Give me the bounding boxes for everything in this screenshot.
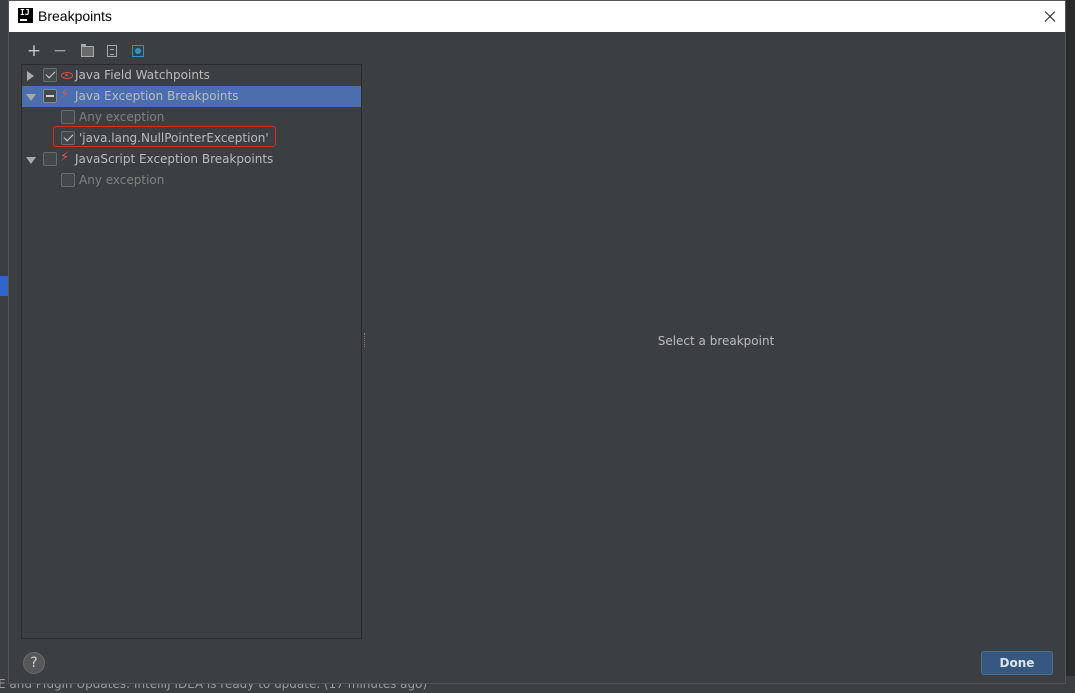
panel-splitter[interactable] [363, 333, 366, 347]
collapse-arrow-icon[interactable] [26, 94, 36, 101]
folder-icon [81, 44, 94, 57]
add-breakpoint-button[interactable]: + [24, 41, 44, 61]
ide-background-selection [0, 276, 8, 296]
lightning-icon: ⚡ [60, 87, 70, 102]
group-checkbox[interactable] [43, 152, 57, 166]
tree-item-any-exception[interactable]: Any exception [22, 107, 361, 128]
tree-item-label: JavaScript Exception Breakpoints [75, 152, 274, 166]
tree-item-null-pointer-exception[interactable]: 'java.lang.NullPointerException' [22, 128, 361, 149]
group-by-file-button[interactable] [102, 41, 122, 61]
tree-item-java-exception-breakpoints[interactable]: ⚡ Java Exception Breakpoints [22, 86, 361, 107]
tree-item-label: Java Field Watchpoints [75, 68, 210, 82]
breakpoint-checkbox[interactable] [61, 131, 75, 145]
breakpoint-checkbox[interactable] [61, 173, 75, 187]
lightning-icon: ⚡ [60, 150, 70, 165]
help-button[interactable]: ? [23, 652, 45, 674]
tree-item-label: 'java.lang.NullPointerException' [79, 131, 269, 145]
group-checkbox[interactable] [43, 89, 57, 103]
eye-icon [61, 72, 73, 79]
collapse-arrow-icon[interactable] [26, 157, 36, 164]
remove-breakpoint-button[interactable]: − [50, 41, 70, 61]
tree-item-label: Any exception [79, 173, 165, 187]
breakpoint-checkbox[interactable] [61, 110, 75, 124]
tree-item-label: Java Exception Breakpoints [75, 89, 239, 103]
empty-state-text: Select a breakpoint [657, 334, 775, 348]
tree-item-javascript-exception-breakpoints[interactable]: ⚡ JavaScript Exception Breakpoints [22, 149, 361, 170]
group-by-package-button[interactable] [76, 41, 96, 61]
file-icon [107, 45, 117, 57]
dialog-title: Breakpoints [38, 8, 112, 24]
expand-arrow-icon[interactable] [27, 71, 34, 81]
breakpoints-tree: Java Field Watchpoints ⚡ Java Exception … [21, 64, 362, 639]
breakpoints-dialog: IJ Breakpoints + − Java Field Watchpoint… [8, 0, 1066, 684]
ide-background-left [0, 0, 8, 693]
breakpoint-details-panel: Select a breakpoint [371, 64, 1061, 639]
done-button[interactable]: Done [981, 651, 1053, 675]
intellij-logo-icon: IJ [18, 8, 33, 23]
class-icon [132, 45, 144, 57]
tree-item-any-exception-js[interactable]: Any exception [22, 170, 361, 191]
ide-background-right [1066, 0, 1075, 693]
group-by-class-button[interactable] [128, 41, 148, 61]
group-checkbox[interactable] [43, 68, 57, 82]
tree-item-label: Any exception [79, 110, 165, 124]
dialog-titlebar: IJ Breakpoints [9, 1, 1065, 32]
close-button[interactable] [1035, 1, 1065, 32]
tree-item-java-field-watchpoints[interactable]: Java Field Watchpoints [22, 65, 361, 86]
